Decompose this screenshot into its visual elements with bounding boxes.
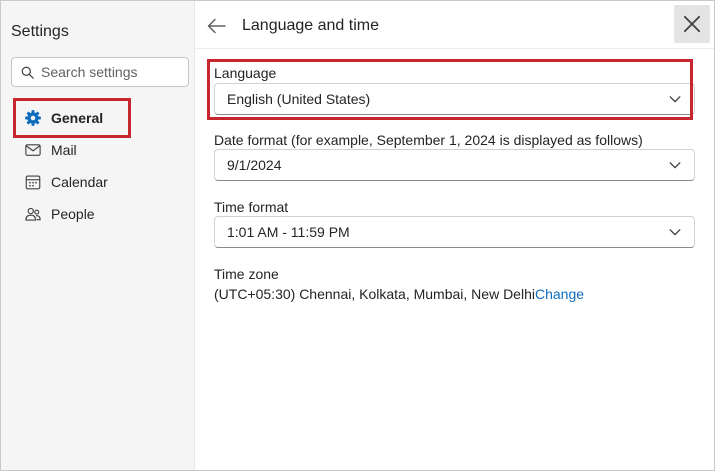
sidebar-item-mail[interactable]: Mail: [15, 135, 185, 165]
calendar-icon: [25, 175, 41, 190]
arrow-left-icon: [207, 18, 226, 34]
mail-icon: [25, 144, 41, 156]
change-time-zone-link[interactable]: Change: [535, 286, 584, 302]
time-format-label: Time format: [214, 199, 289, 215]
date-format-value: 9/1/2024: [227, 157, 282, 173]
sidebar-item-label: Calendar: [51, 174, 108, 190]
chevron-down-icon: [669, 96, 681, 103]
page-title: Language and time: [242, 17, 379, 34]
search-input[interactable]: [41, 64, 181, 80]
people-icon: [25, 207, 41, 221]
sidebar-item-label: General: [51, 110, 104, 126]
time-format-dropdown[interactable]: 1:01 AM - 11:59 PM: [214, 216, 695, 248]
back-button[interactable]: [205, 14, 229, 38]
sidebar-item-label: Mail: [51, 142, 77, 158]
time-zone-label: Time zone: [214, 266, 279, 282]
settings-window: Settings General: [0, 0, 715, 471]
language-value: English (United States): [227, 91, 371, 107]
settings-main-panel: Language and time Language English (Unit…: [195, 1, 714, 470]
gear-icon: [25, 110, 41, 126]
sidebar-title: Settings: [11, 23, 69, 40]
date-format-dropdown[interactable]: 9/1/2024: [214, 149, 695, 181]
search-icon: [21, 66, 34, 79]
language-dropdown[interactable]: English (United States): [214, 83, 695, 115]
chevron-down-icon: [669, 229, 681, 236]
chevron-down-icon: [669, 162, 681, 169]
date-format-label: Date format (for example, September 1, 2…: [214, 132, 643, 148]
close-icon: [683, 15, 701, 33]
close-button[interactable]: [674, 5, 710, 43]
settings-sidebar: Settings General: [1, 1, 195, 470]
time-format-value: 1:01 AM - 11:59 PM: [227, 224, 350, 240]
sidebar-item-people[interactable]: People: [15, 199, 185, 229]
sidebar-item-calendar[interactable]: Calendar: [15, 167, 185, 197]
language-label: Language: [214, 65, 277, 81]
sidebar-item-general[interactable]: General: [15, 103, 185, 133]
time-zone-value: (UTC+05:30) Chennai, Kolkata, Mumbai, Ne…: [214, 286, 535, 302]
search-box[interactable]: [11, 57, 189, 87]
panel-header: Language and time: [195, 1, 714, 49]
sidebar-item-label: People: [51, 206, 95, 222]
